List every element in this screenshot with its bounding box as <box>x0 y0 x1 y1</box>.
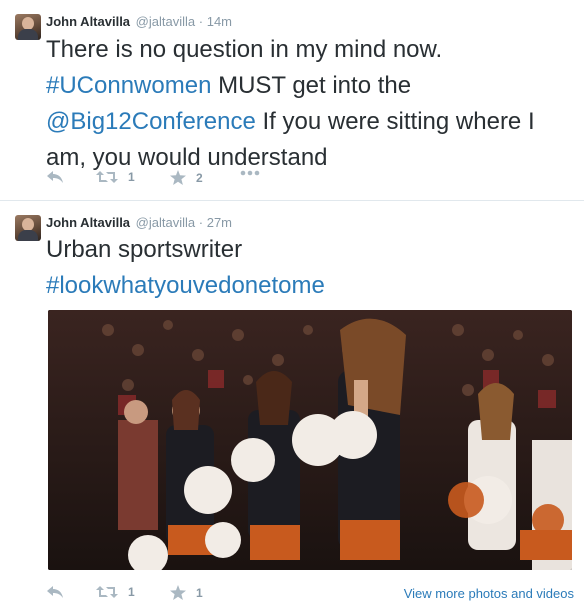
avatar[interactable] <box>15 215 41 241</box>
tweet-text-part: Urban sportswriter <box>46 236 243 263</box>
tweet-text-part: There is no question in my mind now. <box>46 36 443 63</box>
tweet-text: Urban sportswriter #lookwhatyouvedonetome <box>46 232 566 304</box>
author-handle[interactable]: @jaltavilla <box>136 14 195 29</box>
tweet[interactable]: John Altavilla @jaltavilla · 27m Urban s… <box>0 201 584 608</box>
photo-image <box>48 310 572 570</box>
separator: · <box>198 14 204 29</box>
reply-button[interactable] <box>46 585 64 599</box>
tweet-text-part: MUST get into the <box>211 72 412 99</box>
reply-button[interactable] <box>46 170 64 184</box>
reply-icon <box>47 171 63 183</box>
favorite-button[interactable]: 2 <box>170 170 203 185</box>
tweet-header: John Altavilla @jaltavilla · 27m <box>46 215 232 230</box>
retweet-count: 1 <box>128 170 135 184</box>
more-button[interactable] <box>240 170 260 176</box>
timestamp[interactable]: 14m <box>207 14 232 29</box>
more-icon <box>240 170 260 176</box>
reply-icon <box>47 586 63 598</box>
retweet-button[interactable]: 1 <box>96 585 135 599</box>
hashtag-link[interactable]: #lookwhatyouvedonetome <box>46 272 325 299</box>
tweet-text: There is no question in my mind now. #UCo… <box>46 32 566 176</box>
hashtag-link[interactable]: #UConnwomen <box>46 72 211 99</box>
retweet-icon <box>96 171 118 183</box>
attached-photo[interactable] <box>48 310 572 570</box>
retweet-count: 1 <box>128 585 135 599</box>
tweet[interactable]: John Altavilla @jaltavilla · 14m There i… <box>0 0 584 201</box>
favorite-icon <box>170 585 186 600</box>
timestamp[interactable]: 27m <box>207 215 232 230</box>
author-name[interactable]: John Altavilla <box>46 215 130 230</box>
avatar[interactable] <box>15 14 41 40</box>
separator: · <box>198 215 204 230</box>
author-name[interactable]: John Altavilla <box>46 14 130 29</box>
retweet-button[interactable]: 1 <box>96 170 135 184</box>
tweet-header: John Altavilla @jaltavilla · 14m <box>46 14 232 29</box>
favorite-count: 1 <box>196 585 203 600</box>
view-more-media-link[interactable]: View more photos and videos <box>404 586 574 601</box>
favorite-button[interactable]: 1 <box>170 585 203 600</box>
retweet-icon <box>96 586 118 598</box>
author-handle[interactable]: @jaltavilla <box>136 215 195 230</box>
favorite-icon <box>170 170 186 185</box>
favorite-count: 2 <box>196 170 203 185</box>
mention-link[interactable]: @Big12Conference <box>46 108 256 135</box>
